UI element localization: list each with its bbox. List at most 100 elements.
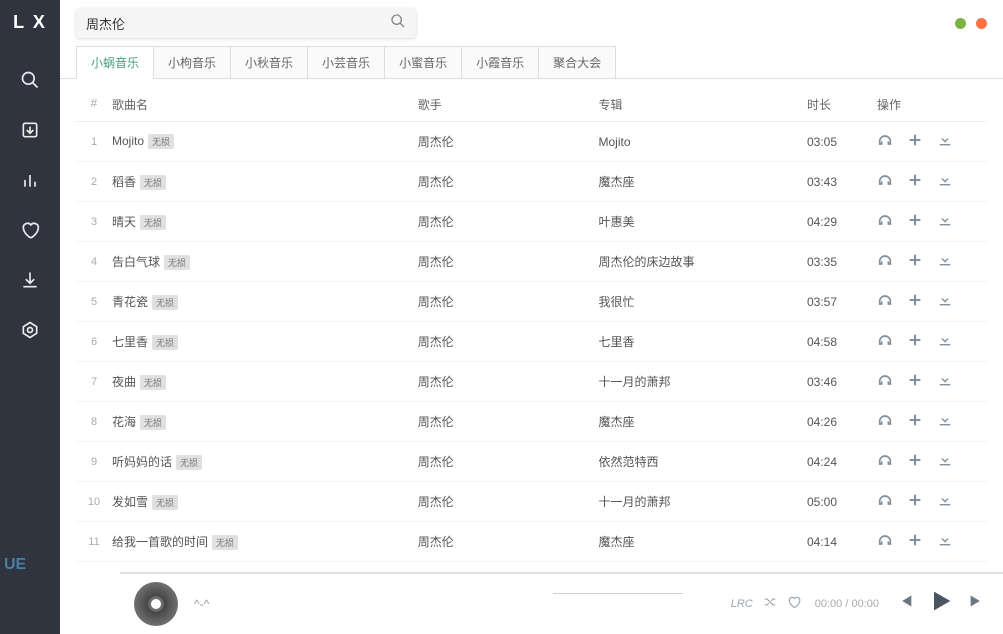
download-icon[interactable] bbox=[937, 252, 953, 271]
add-icon[interactable] bbox=[907, 532, 923, 551]
tab-0[interactable]: 小蜗音乐 bbox=[76, 46, 154, 79]
quality-badge: 无损 bbox=[164, 255, 190, 270]
add-icon[interactable] bbox=[907, 252, 923, 271]
table-row[interactable]: 8 花海无损 周杰伦 魔杰座 04:26 bbox=[76, 402, 987, 442]
download-icon[interactable] bbox=[937, 292, 953, 311]
add-icon[interactable] bbox=[907, 172, 923, 191]
song-duration: 04:24 bbox=[807, 455, 877, 469]
download-icon[interactable] bbox=[937, 412, 953, 431]
song-artist: 周杰伦 bbox=[418, 293, 599, 310]
close-button[interactable] bbox=[976, 18, 987, 29]
listen-icon[interactable] bbox=[877, 532, 893, 551]
add-icon[interactable] bbox=[907, 132, 923, 151]
add-icon[interactable] bbox=[907, 452, 923, 471]
listen-icon[interactable] bbox=[877, 372, 893, 391]
download-icon[interactable] bbox=[937, 372, 953, 391]
add-icon[interactable] bbox=[907, 212, 923, 231]
row-actions bbox=[877, 292, 987, 311]
download-icon[interactable] bbox=[937, 452, 953, 471]
listen-icon[interactable] bbox=[877, 332, 893, 351]
table-row[interactable]: 10 发如雪无损 周杰伦 十一月的萧邦 05:00 bbox=[76, 482, 987, 522]
song-name: 夜曲无损 bbox=[112, 373, 418, 390]
download-icon[interactable] bbox=[937, 532, 953, 551]
add-icon[interactable] bbox=[907, 492, 923, 511]
search-nav-icon[interactable] bbox=[19, 69, 41, 91]
song-duration: 04:29 bbox=[807, 215, 877, 229]
table-row[interactable]: 7 夜曲无损 周杰伦 十一月的萧邦 03:46 bbox=[76, 362, 987, 402]
tab-6[interactable]: 聚合大会 bbox=[538, 46, 616, 78]
table-row[interactable]: 2 稻香无损 周杰伦 魔杰座 03:43 bbox=[76, 162, 987, 202]
table-row[interactable]: 11 给我一首歌的时间无损 周杰伦 魔杰座 04:14 bbox=[76, 522, 987, 562]
settings-nav-icon[interactable] bbox=[19, 319, 41, 341]
table-row[interactable]: 3 晴天无损 周杰伦 叶惠美 04:29 bbox=[76, 202, 987, 242]
window-controls bbox=[955, 18, 987, 29]
quality-badge: 无损 bbox=[140, 375, 166, 390]
quality-badge: 无损 bbox=[140, 175, 166, 190]
source-tabs: 小蜗音乐小枸音乐小秋音乐小芸音乐小蜜音乐小霞音乐聚合大会 bbox=[60, 46, 1003, 79]
chart-nav-icon[interactable] bbox=[19, 169, 41, 191]
search-box[interactable] bbox=[76, 8, 416, 38]
player-bar: ^-^ LRC 00:00 / 00:00 bbox=[120, 572, 1003, 634]
song-album: 魔杰座 bbox=[599, 413, 808, 430]
search-input[interactable] bbox=[86, 16, 390, 31]
listen-icon[interactable] bbox=[877, 452, 893, 471]
row-index: 2 bbox=[76, 176, 112, 188]
prev-button[interactable] bbox=[893, 590, 915, 617]
song-duration: 04:26 bbox=[807, 415, 877, 429]
minimize-button[interactable] bbox=[955, 18, 966, 29]
song-album: 周杰伦的床边故事 bbox=[599, 253, 808, 270]
listen-icon[interactable] bbox=[877, 212, 893, 231]
playlist-nav-icon[interactable] bbox=[19, 119, 41, 141]
table-row[interactable]: 4 告白气球无损 周杰伦 周杰伦的床边故事 03:35 bbox=[76, 242, 987, 282]
listen-icon[interactable] bbox=[877, 412, 893, 431]
listen-icon[interactable] bbox=[877, 292, 893, 311]
add-icon[interactable] bbox=[907, 292, 923, 311]
listen-icon[interactable] bbox=[877, 132, 893, 151]
like-icon[interactable] bbox=[787, 595, 801, 612]
download-nav-icon[interactable] bbox=[19, 269, 41, 291]
row-index: 5 bbox=[76, 296, 112, 308]
tab-4[interactable]: 小蜜音乐 bbox=[384, 46, 462, 78]
download-icon[interactable] bbox=[937, 492, 953, 511]
play-button[interactable] bbox=[927, 587, 955, 620]
add-icon[interactable] bbox=[907, 332, 923, 351]
row-index: 9 bbox=[76, 456, 112, 468]
table-row[interactable]: 9 听妈妈的话无损 周杰伦 依然范特西 04:24 bbox=[76, 442, 987, 482]
tab-5[interactable]: 小霞音乐 bbox=[461, 46, 539, 78]
download-icon[interactable] bbox=[937, 132, 953, 151]
tab-2[interactable]: 小秋音乐 bbox=[230, 46, 308, 78]
col-album: 专辑 bbox=[599, 96, 808, 113]
song-duration: 05:00 bbox=[807, 495, 877, 509]
download-icon[interactable] bbox=[937, 332, 953, 351]
song-name: 稻香无损 bbox=[112, 173, 418, 190]
row-actions bbox=[877, 372, 987, 391]
download-icon[interactable] bbox=[937, 172, 953, 191]
table-row[interactable]: 1 Mojito无损 周杰伦 Mojito 03:05 bbox=[76, 122, 987, 162]
seek-bar[interactable] bbox=[120, 572, 1003, 574]
row-actions bbox=[877, 252, 987, 271]
song-duration: 04:14 bbox=[807, 535, 877, 549]
table-row[interactable]: 12 稻香无损 周杰伦、林俊杰 03:18 bbox=[76, 562, 987, 564]
album-disc-icon[interactable] bbox=[134, 582, 178, 626]
table-row[interactable]: 6 七里香无损 周杰伦 七里香 04:58 bbox=[76, 322, 987, 362]
next-button[interactable] bbox=[967, 590, 989, 617]
listen-icon[interactable] bbox=[877, 492, 893, 511]
listen-icon[interactable] bbox=[877, 252, 893, 271]
add-icon[interactable] bbox=[907, 372, 923, 391]
song-artist: 周杰伦 bbox=[418, 413, 599, 430]
table-row[interactable]: 5 青花瓷无损 周杰伦 我很忙 03:57 bbox=[76, 282, 987, 322]
download-icon[interactable] bbox=[937, 212, 953, 231]
tab-1[interactable]: 小枸音乐 bbox=[153, 46, 231, 78]
shuffle-icon[interactable] bbox=[763, 595, 777, 612]
heart-nav-icon[interactable] bbox=[19, 219, 41, 241]
song-album: 十一月的萧邦 bbox=[599, 493, 808, 510]
search-icon[interactable] bbox=[390, 13, 406, 34]
song-album: 叶惠美 bbox=[599, 213, 808, 230]
volume-slider[interactable] bbox=[553, 593, 683, 594]
lyrics-button[interactable]: LRC bbox=[731, 598, 753, 610]
listen-icon[interactable] bbox=[877, 172, 893, 191]
tab-3[interactable]: 小芸音乐 bbox=[307, 46, 385, 78]
quality-badge: 无损 bbox=[176, 455, 202, 470]
col-duration: 时长 bbox=[807, 96, 877, 113]
add-icon[interactable] bbox=[907, 412, 923, 431]
